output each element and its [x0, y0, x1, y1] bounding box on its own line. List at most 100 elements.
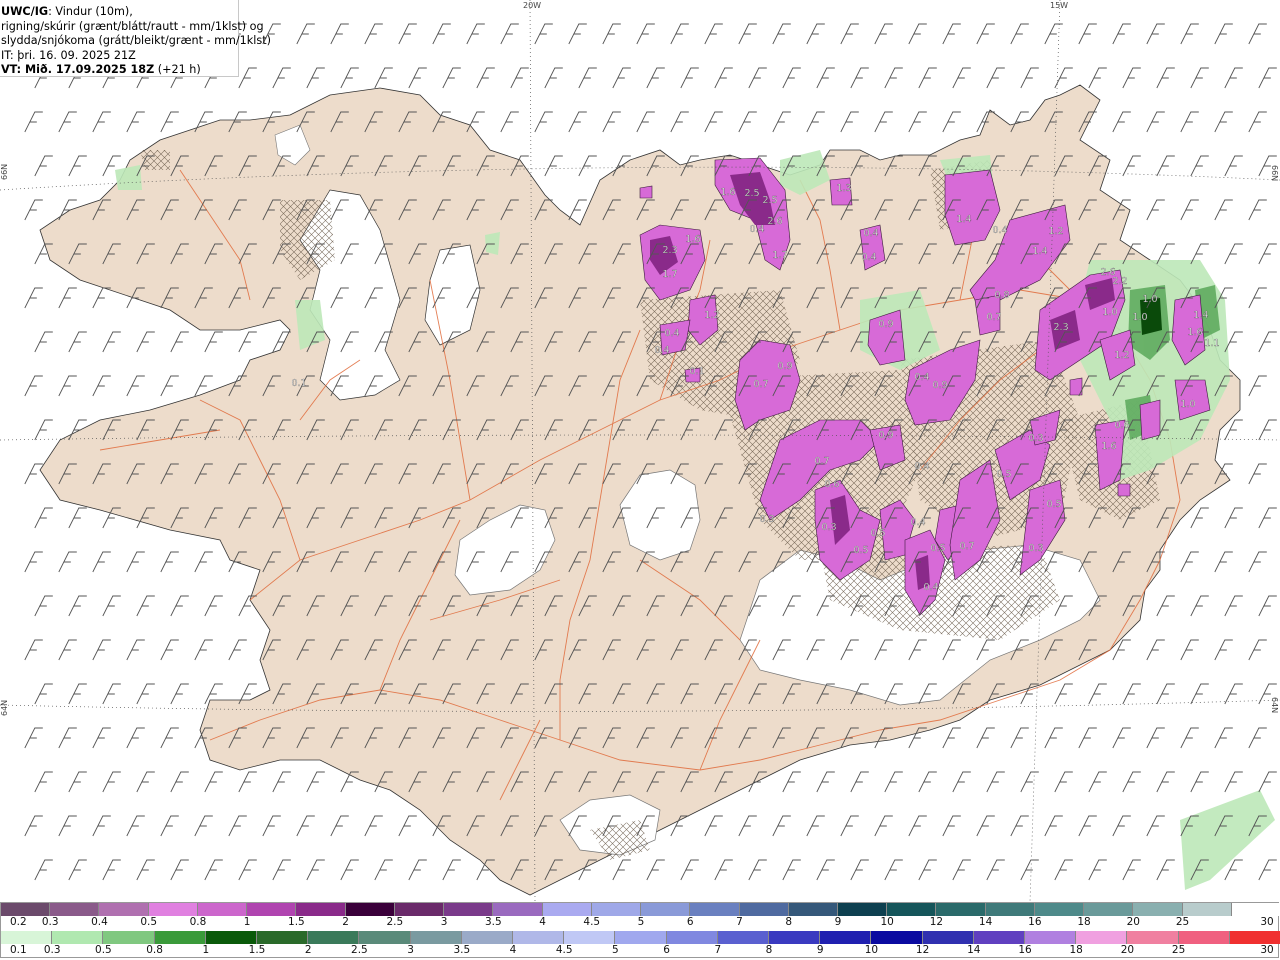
precipitation-value: 1.0: [1180, 399, 1195, 410]
legend-label: 0.1: [10, 944, 27, 956]
title-rest: : Vindur (10m),: [48, 5, 133, 18]
precipitation-value: 0.4: [910, 517, 925, 528]
precipitation-value: 0.8: [994, 290, 1009, 301]
rain-scale-labels: 0.1 0.3 0.5 0.8 1 1.5 2 2.5 3 3.5 4 4.5 5 6 7 8 9 10 12 14 1…: [1, 944, 1280, 958]
precipitation-value: 0.4: [914, 461, 929, 472]
legend-label: 16: [1028, 916, 1042, 928]
longitude-label-15w: 15W: [1050, 1, 1069, 10]
legend-label: 8: [765, 944, 773, 956]
legend-swatch: [690, 903, 740, 916]
init-time-prefix: IT:: [1, 48, 18, 62]
precipitation-value: 1.4: [1032, 246, 1047, 257]
rain-description: rigning/skúrir (grænt/blátt/rautt - mm/1…: [1, 19, 264, 33]
legend-swatch: [985, 903, 1035, 916]
snow-description: slydda/snjókoma (grátt/bleikt/grænt - mm…: [1, 34, 271, 48]
precipitation-value: 0.4: [861, 252, 876, 263]
legend-label: 2.5: [351, 944, 368, 956]
precipitation-value: 0.4: [749, 224, 764, 235]
legend-swatch: [394, 903, 445, 916]
legend-label: 4: [539, 916, 546, 928]
legend-label: 5: [612, 944, 619, 956]
legend-label: 10: [864, 944, 879, 956]
precipitation-value: 0.3: [821, 522, 836, 533]
legend-swatch: [359, 931, 411, 944]
precipitation-value: 1.3: [836, 183, 851, 194]
legend-swatch: [148, 903, 198, 916]
legend-swatch: [345, 903, 395, 916]
legend-label: 0.8: [146, 944, 163, 956]
legend-label: 3: [440, 916, 448, 928]
precipitation-value: 1.6: [685, 234, 700, 245]
legend-swatch: [1, 931, 53, 944]
legend-swatch: [871, 931, 923, 944]
legend-label: 16: [1018, 944, 1032, 956]
valid-time-prefix: VT:: [1, 63, 26, 77]
legend-swatch: [154, 931, 206, 944]
precipitation-value: 1.7: [662, 269, 677, 280]
legend-swatch: [197, 903, 248, 916]
legend-swatch: [615, 931, 667, 944]
legend-label: 2: [304, 944, 312, 956]
precipitation-value: 1.4: [1193, 310, 1208, 321]
legend-label: 0.5: [95, 944, 112, 956]
legend-swatch: [50, 903, 100, 916]
legend-swatch: [1127, 931, 1179, 944]
legend-swatch: [513, 931, 565, 944]
legend-label: 7: [736, 916, 743, 928]
legend-swatch: [444, 903, 494, 916]
precipitation-value: 0.7: [959, 541, 974, 552]
legend-label: 18: [1077, 916, 1091, 928]
legend-label: 1: [243, 916, 251, 928]
legend-swatch: [788, 903, 838, 916]
legend-swatch: [973, 931, 1026, 944]
longitude-label-20w: 20W: [523, 1, 542, 10]
latitude-label-64n-left: 64N: [0, 699, 9, 716]
precipitation-value: 2.3: [1053, 322, 1068, 333]
legend-swatch: [296, 903, 346, 916]
forecast-map-view: 1.6 2.5 2.5 2.6 1.7 0.4 1.6 2.3 1.7 1.2 0.4 0.4 1.3 0…: [0, 0, 1280, 960]
legend-swatch: [257, 931, 309, 944]
precipitation-value: 2.3: [662, 245, 677, 256]
precipitation-value: 0.1: [291, 378, 306, 389]
precipitation-value: 1.7: [772, 250, 787, 261]
legend-label: 6: [663, 944, 670, 956]
legend-label: 12: [915, 944, 930, 956]
precipitation-value: 0.5: [930, 543, 945, 554]
legend-label: 0.8: [189, 916, 207, 928]
precipitation-value: 0.9: [878, 430, 893, 441]
precipitation-value: 0.6: [1114, 420, 1129, 431]
precipitation-value: 0.4: [654, 345, 669, 356]
legend-label: 4: [509, 944, 517, 956]
precipitation-value: 1.6: [720, 187, 735, 198]
legend-swatch: [591, 903, 642, 916]
legend-swatch: [1229, 931, 1280, 944]
legend-swatch: [837, 903, 888, 916]
legend-label: 14: [967, 944, 981, 956]
lead-time: (+21 h): [154, 63, 201, 77]
latitude-label-66n-left: 66N: [0, 163, 9, 180]
precipitation-value: 0.4: [914, 372, 929, 383]
legend-swatch: [1178, 931, 1230, 944]
legend-label: 1.5: [248, 944, 266, 956]
legend-swatch: [769, 931, 821, 944]
legend-swatch: [410, 931, 462, 944]
legend-label: 25: [1171, 944, 1186, 956]
precipitation-value: 1.2: [704, 310, 719, 321]
legend-label: 0.2: [10, 916, 27, 928]
precipitation-value: 2.5: [744, 188, 759, 199]
legend-label: 2: [342, 916, 349, 928]
precipitation-value: 0.7: [986, 312, 1001, 323]
legend-label: 0.5: [140, 916, 158, 928]
legend-label: 25: [1175, 916, 1190, 928]
legend-label: 9: [834, 916, 842, 928]
legend-swatch: [666, 931, 718, 944]
legend-swatch: [205, 931, 258, 944]
legend-swatch: [99, 903, 149, 916]
legend-swatch: [1076, 931, 1128, 944]
precipitation-value: 0.5: [1046, 499, 1061, 510]
precipitation-value: 0.3: [1028, 543, 1043, 554]
legend-label: 14: [978, 916, 993, 928]
rain-color-scale: [1, 931, 1280, 944]
precipitation-value: 2.5: [762, 195, 777, 206]
legend-label: 30: [1260, 944, 1274, 956]
